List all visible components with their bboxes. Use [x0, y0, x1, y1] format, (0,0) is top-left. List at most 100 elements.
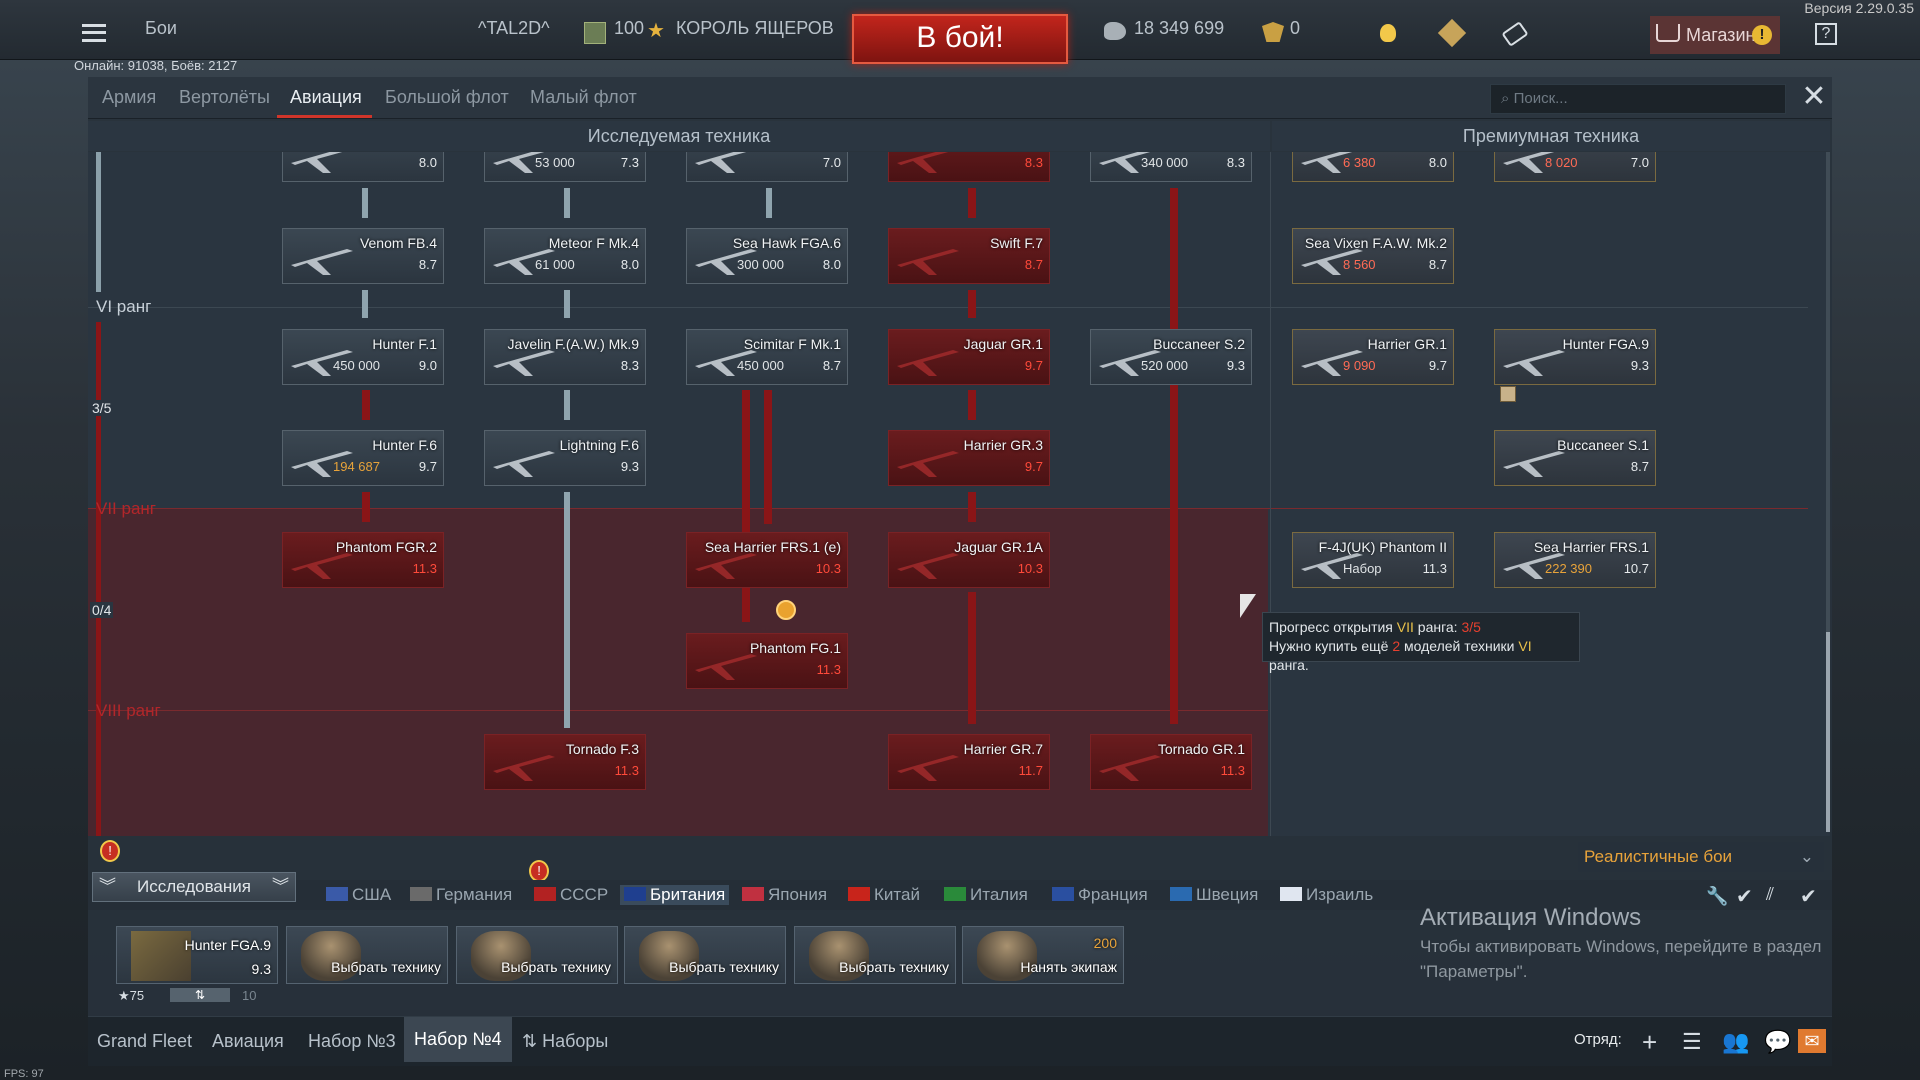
flag-icon	[848, 887, 870, 901]
preset-4[interactable]: Набор №4	[404, 1017, 512, 1062]
to-battle-button[interactable]: В бой!	[852, 14, 1068, 64]
flag-icon	[410, 887, 432, 901]
connector	[968, 492, 976, 522]
vehicle-card[interactable]: Swift F.7 8.7	[888, 228, 1050, 284]
vehicle-card[interactable]: 7.0	[686, 152, 848, 182]
vehicle-card[interactable]: Harrier GR.1 9.7 9 090	[1292, 329, 1454, 385]
crew-slot-empty[interactable]: Выбрать технику	[286, 926, 448, 984]
chat-icon[interactable]: 💬	[1764, 1029, 1791, 1055]
tab-bluewater-fleet[interactable]: Большой флот	[385, 87, 509, 108]
vehicle-card[interactable]: Scimitar F Mk.1 8.7 450 000	[686, 329, 848, 385]
wrench-icon[interactable]: 🔧	[1706, 886, 1728, 906]
vehicle-card[interactable]: Meteor F Mk.4 8.0 61 000	[484, 228, 646, 284]
chevron-left-icon: ︾	[99, 877, 116, 896]
vehicle-card[interactable]: Hunter FGA.9 9.3	[1494, 329, 1656, 385]
vehicle-card[interactable]: Tornado GR.1 11.3	[1090, 734, 1252, 790]
country-tab[interactable]: Швеция	[1170, 885, 1258, 905]
preset-grand-fleet[interactable]: Grand Fleet	[97, 1031, 192, 1052]
crew-slot-vehicle[interactable]: Hunter FGA.9 9.3	[116, 926, 278, 984]
tab-helicopters[interactable]: Вертолёты	[179, 87, 270, 108]
vehicle-card[interactable]: 8.3	[888, 152, 1050, 182]
friends-icon[interactable]: 👥	[1722, 1029, 1749, 1055]
vehicle-card[interactable]: Sea Vixen F.A.W. Mk.2 8.7 8 560	[1292, 228, 1454, 284]
connector	[362, 188, 368, 218]
list-icon[interactable]: ☰	[1682, 1029, 1702, 1055]
close-icon[interactable]: ✕	[1798, 82, 1830, 114]
vehicle-card[interactable]: Phantom FG.1 11.3	[686, 633, 848, 689]
swap-icon[interactable]: ⇅	[170, 988, 230, 1002]
scrollbar-thumb[interactable]	[1826, 632, 1830, 832]
crew-slot-empty[interactable]: Выбрать технику	[794, 926, 956, 984]
vehicle-card[interactable]: Jaguar GR.1A 10.3	[888, 532, 1050, 588]
vehicle-card[interactable]: Harrier GR.7 11.7	[888, 734, 1050, 790]
bullets-icon[interactable]: ⫽	[1766, 884, 1774, 905]
ussr-alert-icon[interactable]: !	[529, 860, 549, 882]
menu-icon[interactable]	[82, 24, 106, 42]
vehicle-card[interactable]: Hunter F.1 9.0 450 000	[282, 329, 444, 385]
tree-scrollbar[interactable]	[1826, 152, 1830, 832]
vehicle-card[interactable]: Javelin F.(A.W.) Mk.9 8.3	[484, 329, 646, 385]
check-icon[interactable]: ✔	[1736, 884, 1753, 909]
country-tab[interactable]: Франция	[1052, 885, 1148, 905]
country-tab[interactable]: СССР	[534, 885, 608, 905]
coupon-icon[interactable]	[1501, 21, 1529, 47]
vehicle-name: Jaguar GR.1A	[954, 539, 1043, 555]
preset-3[interactable]: Набор №3	[308, 1031, 396, 1052]
vehicle-card[interactable]: 8.0 6 380	[1292, 152, 1454, 182]
player-nickname[interactable]: ^TAL2D^	[478, 18, 550, 39]
plus-icon[interactable]: +	[1642, 1027, 1657, 1058]
golden-eagles-icon	[1262, 22, 1284, 42]
aircraft-icon	[691, 152, 761, 177]
aircraft-icon	[893, 336, 963, 380]
research-alert-icon[interactable]: !	[100, 840, 120, 862]
vehicle-card[interactable]: Jaguar GR.1 9.7	[888, 329, 1050, 385]
country-tab[interactable]: США	[326, 885, 391, 905]
vehicle-card[interactable]: Buccaneer S.2 9.3 520 000	[1090, 329, 1252, 385]
country-tab[interactable]: Италия	[944, 885, 1028, 905]
country-tab[interactable]: Израиль	[1280, 885, 1373, 905]
help-button[interactable]: ?	[1815, 23, 1837, 45]
vehicle-card[interactable]: Lightning F.6 9.3	[484, 430, 646, 486]
vehicle-card[interactable]: Venom FB.4 8.7	[282, 228, 444, 284]
vehicle-card[interactable]: 7.3 53 000	[484, 152, 646, 182]
country-tab[interactable]: Германия	[410, 885, 512, 905]
vehicle-card[interactable]: 8.3 340 000	[1090, 152, 1252, 182]
shop-button[interactable]: Магазин !	[1650, 16, 1780, 54]
vehicle-card[interactable]: Phantom FGR.2 11.3	[282, 532, 444, 588]
preset-aviation[interactable]: Авиация	[212, 1031, 284, 1052]
tab-aviation[interactable]: Авиация	[290, 87, 362, 108]
country-tab[interactable]: Британия	[620, 885, 730, 905]
research-tree[interactable]: VI ранг VII ранг VIII ранг 3/5 0/4 8.0 7.…	[88, 152, 1830, 836]
diamond-icon[interactable]	[1437, 18, 1467, 48]
tab-coastal-fleet[interactable]: Малый флот	[530, 87, 637, 108]
vehicle-card[interactable]: Sea Hawk FGA.6 8.0 300 000	[686, 228, 848, 284]
tooltip-text: Нужно купить ещё	[1269, 638, 1393, 654]
mail-icon[interactable]: ✉	[1798, 1029, 1826, 1053]
vehicle-card[interactable]: Harrier GR.3 9.7	[888, 430, 1050, 486]
hire-crew-slot[interactable]: Нанять экипаж 200	[962, 926, 1124, 984]
vehicle-card[interactable]: F-4J(UK) Phantom II 11.3 Набор	[1292, 532, 1454, 588]
search-input[interactable]: ⌕ Поиск...	[1490, 84, 1786, 114]
gold-balance[interactable]: 0	[1290, 18, 1300, 39]
vehicle-card[interactable]: Buccaneer S.1 8.7	[1494, 430, 1656, 486]
player-avatar[interactable]	[584, 22, 606, 44]
crew-slot-empty[interactable]: Выбрать технику	[624, 926, 786, 984]
battles-menu[interactable]: Бои	[145, 18, 177, 39]
vehicle-card[interactable]: 7.0 8 020	[1494, 152, 1656, 182]
game-mode-select[interactable]: Реалистичные бои ⌄	[1578, 842, 1824, 872]
vehicle-card[interactable]: Sea Harrier FRS.1 (e) 10.3	[686, 532, 848, 588]
country-tab[interactable]: Япония	[742, 885, 827, 905]
silver-balance[interactable]: 18 349 699	[1134, 18, 1224, 39]
research-button[interactable]: ︾ Исследования ︾	[92, 872, 296, 902]
tab-army[interactable]: Армия	[102, 87, 156, 108]
vehicle-card[interactable]: Hunter F.6 9.7 194 687	[282, 430, 444, 486]
vehicle-card[interactable]: Sea Harrier FRS.1 10.7 222 390	[1494, 532, 1656, 588]
lightbulb-icon[interactable]	[1380, 24, 1396, 42]
vehicle-card[interactable]: Tornado F.3 11.3	[484, 734, 646, 790]
presets-button[interactable]: ⇅ Наборы	[522, 1031, 608, 1052]
battle-rating: 11.3	[412, 561, 437, 576]
check-icon[interactable]: ✔	[1800, 884, 1817, 909]
crew-slot-empty[interactable]: Выбрать технику	[456, 926, 618, 984]
vehicle-card[interactable]: 8.0	[282, 152, 444, 182]
country-tab[interactable]: Китай	[848, 885, 920, 905]
